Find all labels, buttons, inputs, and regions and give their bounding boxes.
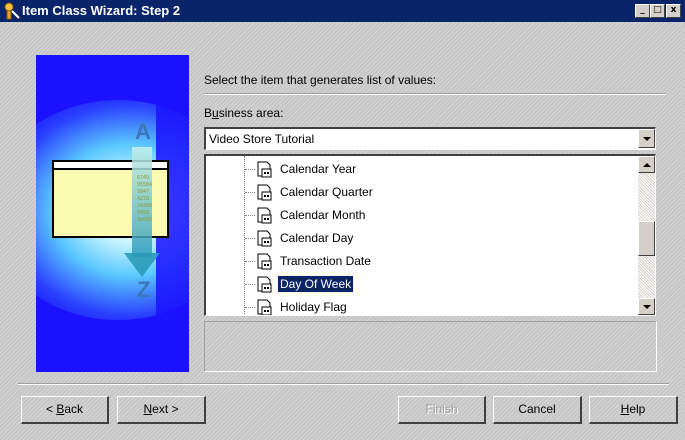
tree-item[interactable]: Transaction Date (206, 250, 638, 273)
code-column: 6749 95584 9847 4278 24280 9458 3e586 (137, 175, 152, 224)
tree-item-label: Transaction Date (280, 254, 371, 268)
item-icon (256, 230, 274, 247)
finish-button[interactable]: Finish (398, 396, 486, 424)
tree-item[interactable]: Calendar Year (206, 158, 638, 181)
back-button[interactable]: < Back (21, 396, 109, 424)
tree-item-label: Holiday Flag (280, 300, 347, 314)
business-area-value: Video Store Tutorial (209, 132, 315, 146)
item-icon (256, 253, 274, 270)
minimize-button[interactable]: _ (635, 4, 650, 18)
button-bar-separator (18, 383, 669, 385)
scroll-down-button[interactable] (638, 298, 655, 315)
next-button[interactable]: Next > (117, 396, 206, 424)
tree-branch-line (245, 261, 255, 262)
maximize-button[interactable]: □ (650, 4, 665, 18)
code-line: 6749 (137, 175, 150, 181)
code-line: 3e586 (137, 217, 153, 223)
item-icon (256, 184, 274, 201)
letter-z: Z (137, 277, 151, 302)
business-area-label: Business area: (204, 106, 284, 120)
chevron-down-icon (643, 137, 651, 141)
item-icon (256, 161, 274, 178)
item-icon (256, 299, 274, 315)
help-button[interactable]: Help (589, 396, 678, 424)
letter-a: A (135, 119, 151, 144)
tree-item-label: Calendar Year (280, 162, 357, 176)
tree-branch-line (245, 215, 255, 216)
tree-branch-line (245, 307, 255, 308)
scroll-up-button[interactable] (638, 156, 655, 173)
item-icon (256, 207, 274, 224)
instruction-text: Select the item that generates list of v… (204, 73, 437, 87)
tree-branch-line (245, 284, 255, 285)
tree-item[interactable]: Calendar Month (206, 204, 638, 227)
chevron-up-icon (643, 163, 651, 167)
scrollbar-thumb[interactable] (638, 221, 655, 256)
tree-item-label: Calendar Day (280, 231, 354, 245)
code-line: 24280 (137, 203, 153, 209)
tree-item-label: Day Of Week (276, 275, 355, 293)
window-title: Item Class Wizard: Step 2 (22, 3, 181, 18)
code-line: 95584 (137, 182, 153, 188)
tree-branch-line (245, 192, 255, 193)
tree-item-label: Calendar Quarter (280, 185, 373, 199)
close-button[interactable]: x (666, 4, 681, 18)
item-icon (256, 276, 274, 293)
business-area-dropdown[interactable]: Video Store Tutorial (204, 127, 656, 150)
tree-item-label: Calendar Month (280, 208, 366, 222)
title-bar: Item Class Wizard: Step 2 _ □ x (0, 0, 685, 22)
code-line: 9458 (137, 210, 150, 216)
wizard-app-icon (3, 2, 20, 20)
tree-item-selected[interactable]: Day Of Week (206, 273, 638, 296)
tree-item[interactable]: Calendar Day (206, 227, 638, 250)
tree-branch-line (245, 238, 255, 239)
tree-branch-line (245, 169, 255, 170)
wizard-illustration: A Z 6749 95584 9847 4278 24280 9458 3e58… (36, 55, 189, 372)
tree-item[interactable]: Calendar Quarter (206, 181, 638, 204)
item-tree-list[interactable]: Calendar Year Calendar Quarter Calendar … (204, 154, 656, 316)
tree-item[interactable]: Holiday Flag (206, 296, 638, 315)
chevron-down-icon (643, 305, 651, 309)
description-panel (204, 321, 657, 372)
instruction-separator (204, 93, 666, 95)
cancel-button[interactable]: Cancel (493, 396, 582, 424)
dropdown-arrow-button[interactable] (638, 129, 655, 148)
code-line: 4278 (137, 196, 150, 202)
vertical-scrollbar[interactable] (638, 156, 655, 315)
code-line: 9847 (137, 189, 150, 195)
